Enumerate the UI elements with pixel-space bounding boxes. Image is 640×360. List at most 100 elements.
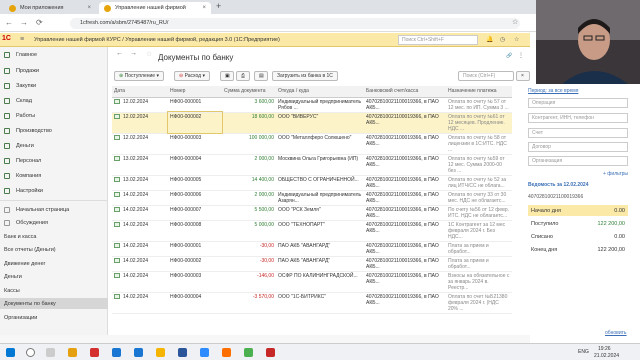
camera-icon[interactable] [134, 348, 143, 357]
table-row[interactable]: 14.02.2024 НФ00-000007 5 500,00 ООО "РСК Зе… [112, 205, 512, 221]
browser-tab-active[interactable]: Управление нашей фирмой × [99, 2, 211, 14]
word-icon[interactable] [178, 348, 187, 357]
sidebar-item-staff[interactable]: Персонал [0, 155, 108, 166]
link-icon[interactable]: 🔗 [506, 53, 512, 59]
back-icon[interactable]: ← [116, 50, 123, 57]
col-counterparty[interactable]: Откуда / куда [276, 86, 364, 98]
star-icon[interactable]: ☆ [514, 36, 519, 43]
sidebar-item-works[interactable]: Работы [0, 110, 108, 121]
col-account[interactable]: Банковский счет/касса [364, 86, 446, 98]
clock-time[interactable]: 19:26 [598, 346, 611, 352]
counterparty-filter[interactable]: Контрагент, ИНН, телефон [528, 113, 628, 123]
copy-icon[interactable]: ▣ [220, 71, 234, 81]
cell-date-text: 14.02.2024 [123, 272, 149, 279]
outgoing-button[interactable]: ⊖ Расход ▾ [174, 71, 210, 81]
url-field[interactable]: 1cfresh.com/a/sbm/2745487/ru_RU/ [70, 18, 520, 29]
cell-counterparty: ПАО АКБ "АВАНГАРД" [276, 241, 364, 257]
forward-icon[interactable]: → [130, 50, 137, 57]
telegram-icon[interactable] [112, 348, 121, 357]
table-row[interactable]: 12.02.2024 НФ00-000001 3 600,00 Индивидуаль… [112, 97, 512, 113]
print-icon[interactable]: ⎙ [236, 71, 250, 81]
col-purpose[interactable]: Назначение платежа [446, 86, 512, 98]
section-organizations[interactable]: Организации [0, 312, 108, 323]
app-icon[interactable] [222, 348, 231, 357]
app-icon[interactable] [244, 348, 253, 357]
section-discussions[interactable]: Обсуждения [0, 217, 108, 228]
list-search-input[interactable]: Поиск (Ctrl+F) [458, 71, 514, 81]
sidebar-item-production[interactable]: Производство [0, 125, 108, 136]
cell-account-text: 40702810021100019366, в ПАО АКБ... [366, 206, 439, 219]
app-icon[interactable] [266, 348, 275, 357]
reload-icon[interactable]: ⟳ [36, 18, 43, 28]
table-row[interactable]: 12.02.2024 НФ00-000002 18 600,00 ООО "ВИВЕР… [112, 111, 512, 134]
operation-filter[interactable]: Операция [528, 98, 628, 108]
section-cash[interactable]: Кассы [0, 285, 108, 296]
organization-filter[interactable]: Организация [528, 156, 628, 166]
period-link[interactable]: Период: за все время [528, 88, 578, 94]
cell-date-text: 13.02.2024 [123, 155, 149, 162]
folder-icon[interactable] [156, 348, 165, 357]
language-indicator[interactable]: ENG [578, 349, 589, 355]
table-row[interactable]: 14.02.2024 НФ00-000001 -30,00 ПАО АКБ "АВАН… [112, 241, 512, 257]
star-icon[interactable]: ☆ [146, 50, 152, 58]
table-row[interactable]: 14.02.2024 НФ00-000003 -146,00 ОСФР ПО КАЛИ… [112, 271, 512, 293]
table-row[interactable]: 14.02.2024 НФ00-000008 5 000,00 ООО "ТЕХНОП… [112, 220, 512, 242]
horizontal-scrollbar[interactable] [0, 335, 530, 343]
section-bank-cash[interactable]: Банк и касса [0, 231, 108, 242]
search-icon[interactable] [26, 348, 35, 357]
table-row[interactable]: 13.02.2024 НФ00-000005 14 400,00 ОБЩЕСТВО С… [112, 175, 512, 191]
contract-filter[interactable]: Договор [528, 142, 628, 152]
table-row[interactable]: 13.02.2024 НФ00-000004 2 000,00 Москвина Ол… [112, 154, 512, 176]
report-icon[interactable]: ▤ [254, 71, 268, 81]
incoming-button[interactable]: ⊕ Поступление ▾ [114, 71, 164, 81]
table-row[interactable]: 14.02.2024 НФ00-000002 -30,00 ПАО АКБ "АВАН… [112, 256, 512, 272]
col-date[interactable]: Дата [112, 86, 168, 98]
section-money-flow[interactable]: Движение денег [0, 258, 108, 269]
section-all-reports[interactable]: Все отчеты (Деньги) [0, 244, 108, 255]
table-row[interactable]: 12.02.2024 НФ00-000003 100 000,00 ООО "Мета… [112, 133, 512, 155]
task-view-icon[interactable] [46, 348, 55, 357]
sidebar-item-purchases[interactable]: Закупки [0, 80, 108, 91]
cell-account-text: 40702810021100019366, в ПАО АКБ... [366, 272, 439, 285]
sidebar-item-main[interactable]: Главное [0, 49, 108, 60]
sidebar-item-sales[interactable]: Продажи [0, 65, 108, 76]
close-icon[interactable]: × [87, 5, 91, 11]
windows-start-icon[interactable] [6, 348, 15, 357]
more-filters-link[interactable]: + фильтры [603, 171, 628, 177]
forward-icon[interactable]: → [20, 18, 28, 28]
cell-account: 40702810021100019366, в ПАО АКБ... [364, 154, 446, 176]
summary-title[interactable]: Ведомость за 12.02.2024 [528, 182, 588, 188]
app-icon[interactable] [200, 348, 209, 357]
clock-date[interactable]: 21.02.2024 [594, 353, 619, 359]
cell-number: НФ00-000005 [168, 175, 222, 191]
col-sum[interactable]: Сумма документа [222, 86, 276, 98]
section-money[interactable]: Деньги [0, 271, 108, 282]
sidebar-item-money[interactable]: Деньги [0, 140, 108, 151]
new-tab-button[interactable]: + [216, 1, 221, 11]
close-icon[interactable]: × [202, 5, 206, 11]
refresh-link[interactable]: обновить [605, 330, 627, 336]
history-icon[interactable]: ◷ [500, 36, 505, 43]
cell-number-text: НФ00-000002 [170, 113, 202, 120]
table-row[interactable]: 14.02.2024 НФ00-000006 2 000,00 Индивидуаль… [112, 190, 512, 206]
bell-icon[interactable]: 🔔 [486, 36, 493, 43]
bookmark-star-icon[interactable]: ☆ [512, 18, 518, 28]
cell-date: 14.02.2024 [112, 190, 168, 206]
sidebar-item-company[interactable]: Компания [0, 170, 108, 181]
back-icon[interactable]: ← [5, 18, 13, 28]
browser-tab[interactable]: Мои приложения × [4, 2, 96, 14]
section-bank-docs[interactable]: Документы по банку [0, 298, 108, 309]
menu-icon[interactable]: ≡ [20, 36, 24, 43]
yandex-icon[interactable] [90, 348, 99, 357]
more-menu-icon[interactable]: ⋮ [518, 52, 524, 59]
clear-search-icon[interactable]: × [516, 71, 530, 81]
sidebar-item-settings[interactable]: Настройки [0, 185, 108, 196]
sidebar-item-warehouse[interactable]: Склад [0, 95, 108, 106]
col-number[interactable]: Номер [168, 86, 222, 98]
global-search-input[interactable]: Поиск Ctrl+Shift+F [398, 35, 478, 45]
table-row[interactable]: 14.02.2024 НФ00-000004 -3 570,00 ООО "1С-БИ… [112, 292, 512, 314]
browser-icon[interactable] [68, 348, 77, 357]
account-filter[interactable]: Счет [528, 128, 628, 138]
load-from-bank-button[interactable]: Загрузить из банка в 1С [272, 71, 338, 81]
section-start-page[interactable]: Начальная страница [0, 204, 108, 215]
